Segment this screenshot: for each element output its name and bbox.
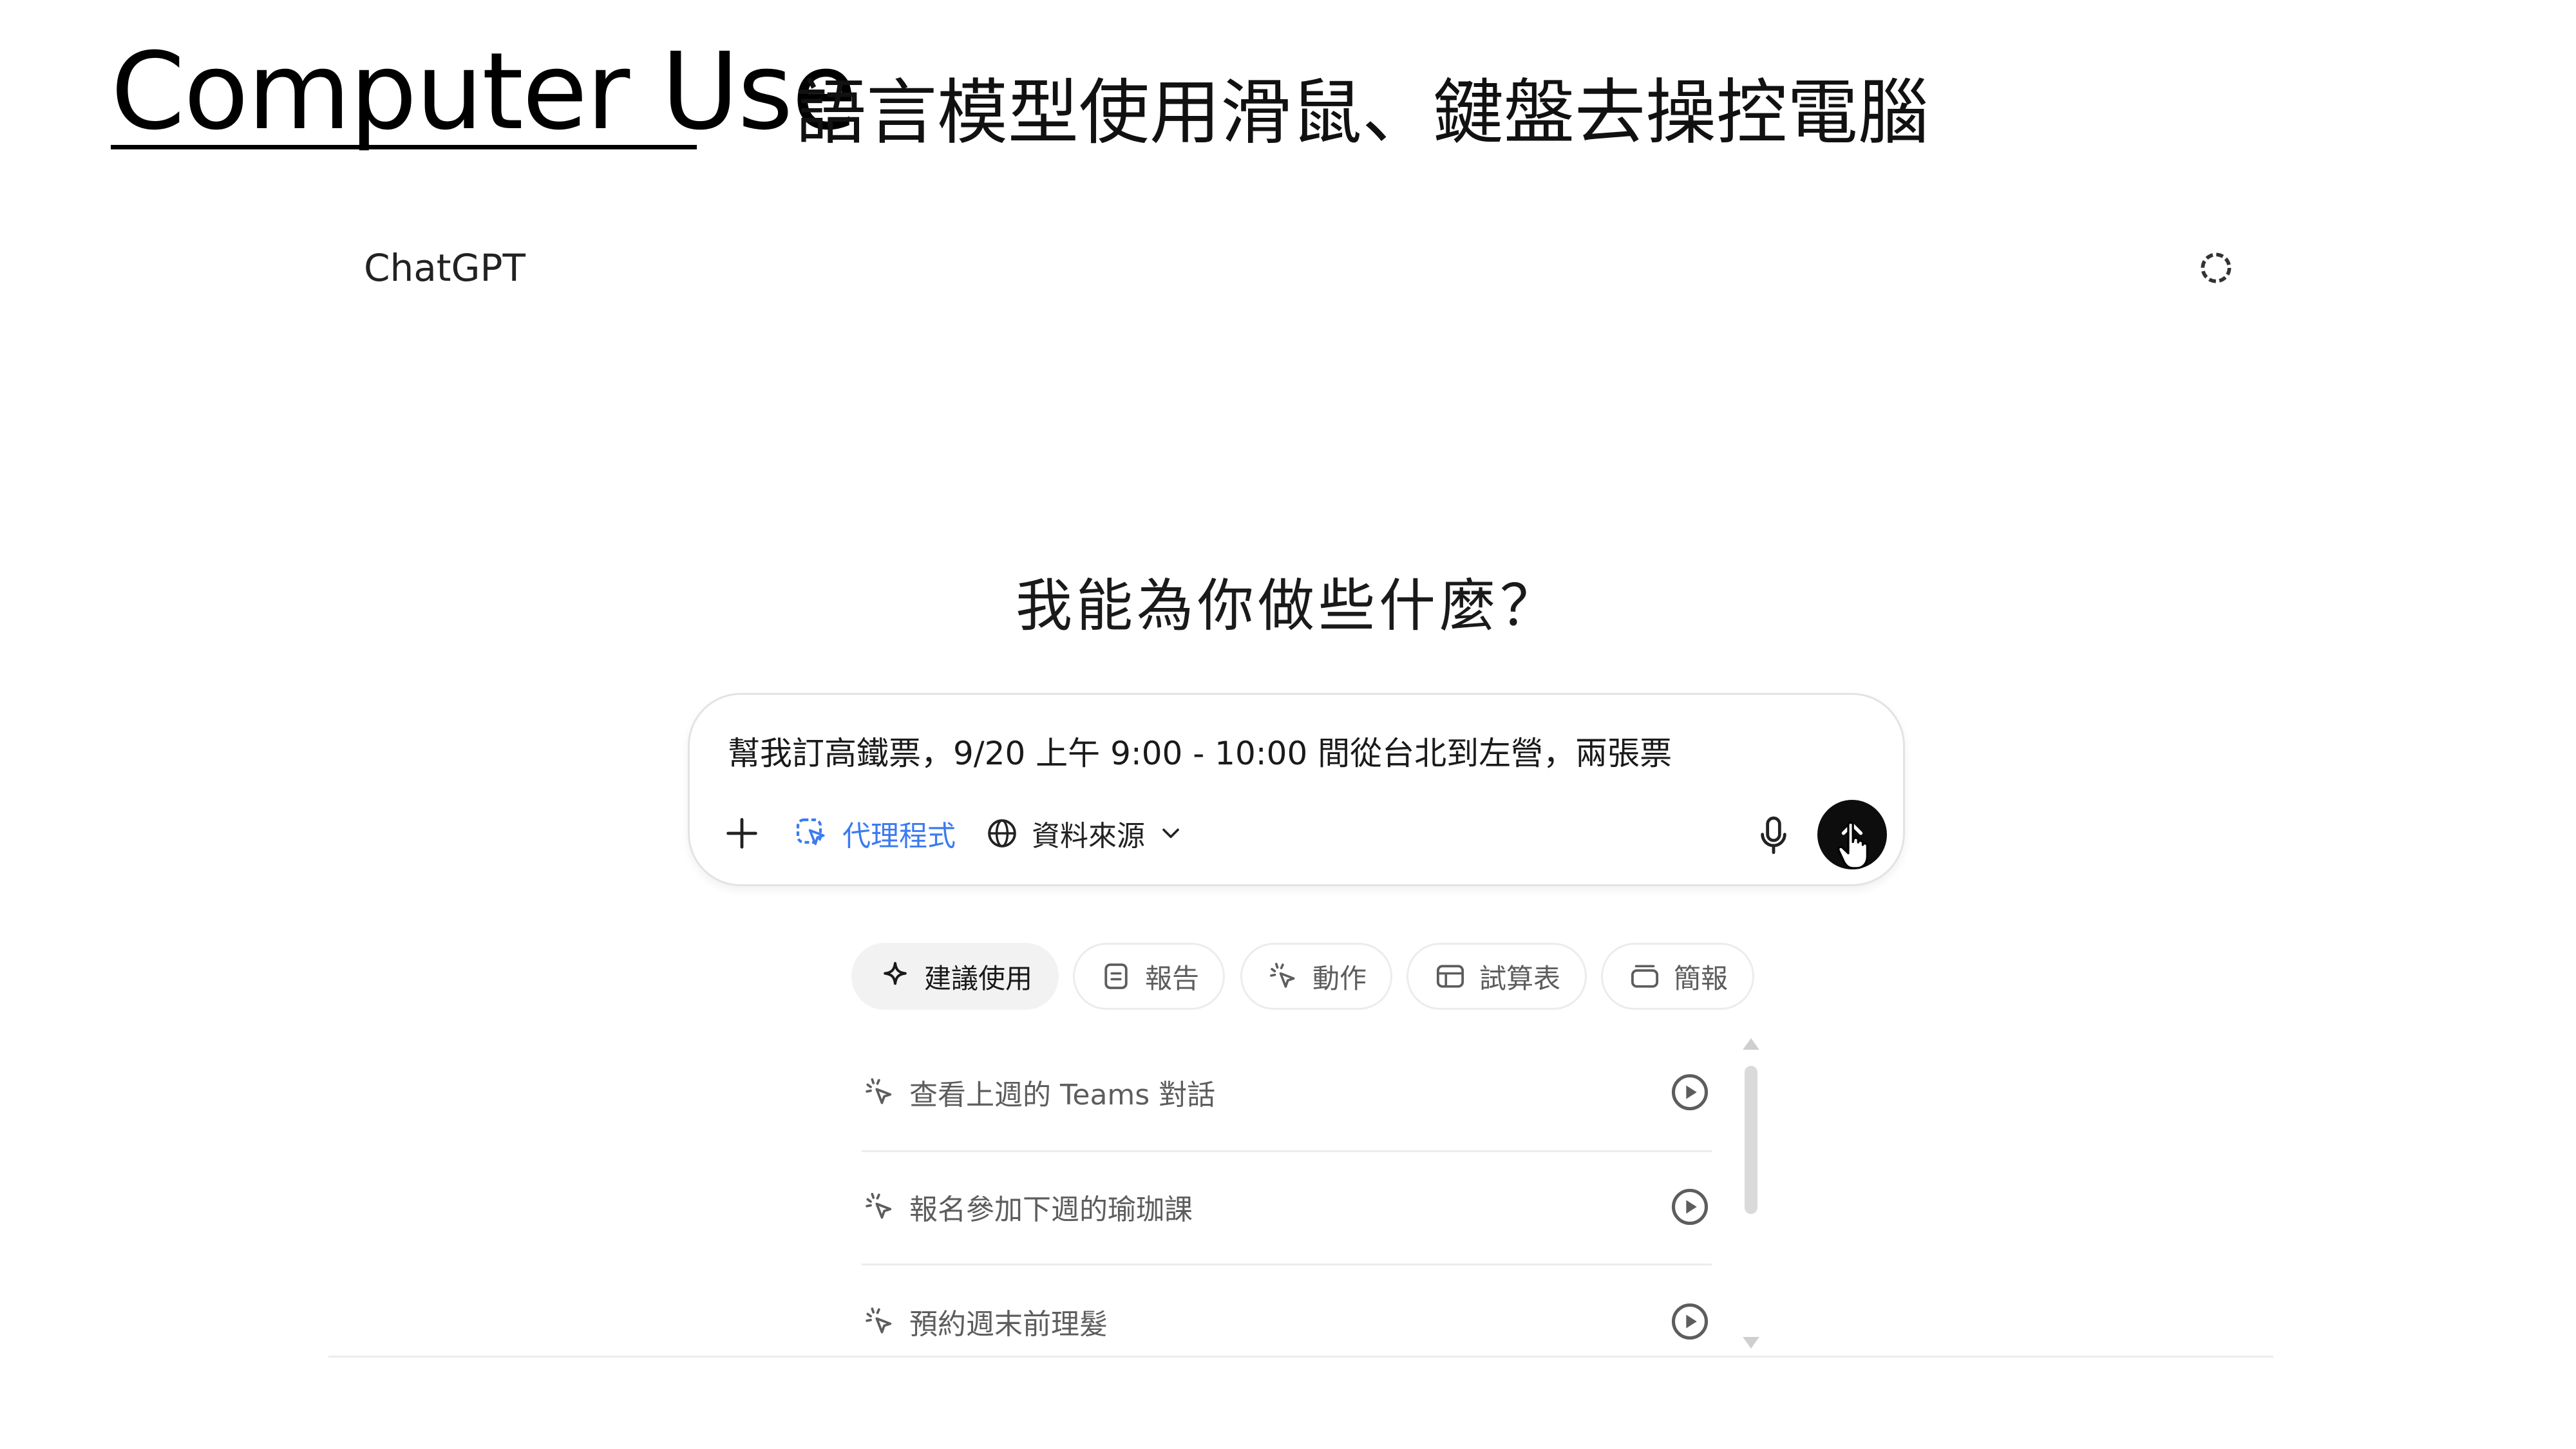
scroll-down-arrow-icon[interactable]	[1743, 1337, 1759, 1349]
divider	[862, 1150, 1712, 1152]
sparkle-icon	[884, 961, 907, 985]
suggestion-item[interactable]: 預約週末前理髮	[862, 1283, 1712, 1360]
play-icon[interactable]	[1668, 1070, 1712, 1114]
globe-icon	[988, 819, 1016, 848]
document-icon	[1104, 963, 1128, 989]
suggestion-item[interactable]: 報名參加下週的瑜珈課	[862, 1168, 1712, 1245]
bottom-divider	[328, 1356, 2273, 1358]
agent-tool-chip[interactable]: 代理程式	[793, 813, 956, 854]
agent-cursor-icon	[796, 818, 825, 846]
suggestion-label: 查看上週的 Teams 對話	[909, 1079, 1216, 1112]
category-suggested[interactable]: 建議使用	[851, 943, 1059, 1010]
app-name[interactable]: ChatGPT	[364, 246, 526, 290]
chevron-down-icon	[1162, 828, 1179, 838]
category-label: 簡報	[1673, 962, 1728, 994]
click-icon	[866, 1078, 892, 1104]
category-label: 動作	[1312, 962, 1367, 994]
table-icon	[1436, 965, 1464, 988]
category-label: 試算表	[1479, 962, 1560, 994]
category-label: 報告	[1144, 962, 1199, 994]
sources-label: 資料來源	[1032, 820, 1145, 853]
suggestion-item[interactable]: 查看上週的 Teams 對話	[862, 1054, 1712, 1131]
category-actions[interactable]: 動作	[1240, 943, 1392, 1010]
click-icon	[1270, 963, 1295, 988]
scroll-up-arrow-icon[interactable]	[1743, 1038, 1759, 1050]
suggestion-label: 報名參加下週的瑜珈課	[909, 1193, 1193, 1226]
sources-dropdown[interactable]: 資料來源	[984, 813, 1185, 854]
category-slides[interactable]: 簡報	[1601, 943, 1754, 1010]
prompt-input[interactable]: 幫我訂高鐵票，9/20 上午 9:00 - 10:00 間從台北到左營，兩張票	[728, 728, 1672, 774]
play-icon[interactable]	[1668, 1185, 1712, 1229]
scrollbar-thumb[interactable]	[1745, 1066, 1757, 1214]
agent-tool-label: 代理程式	[842, 820, 956, 853]
slides-icon	[1631, 965, 1659, 988]
suggestion-label: 預約週末前理髮	[909, 1308, 1108, 1341]
click-icon	[866, 1307, 892, 1334]
click-icon	[866, 1193, 892, 1219]
hand-pointer-cursor-icon	[1837, 821, 1869, 869]
slide-title-underline	[111, 145, 697, 149]
slide-title: Computer Use	[111, 30, 857, 153]
slide-subtitle: 語言模型使用滑鼠、鍵盤去操控電腦	[795, 71, 1929, 154]
page-headline: 我能為你做些什麼？	[1015, 573, 1560, 639]
category-label: 建議使用	[923, 962, 1032, 994]
plus-icon[interactable]	[721, 813, 762, 854]
dashed-circle-icon[interactable]	[2196, 248, 2236, 288]
category-spreadsheet[interactable]: 試算表	[1406, 943, 1587, 1010]
play-icon[interactable]	[1668, 1300, 1712, 1343]
category-report[interactable]: 報告	[1073, 943, 1225, 1010]
divider	[862, 1264, 1712, 1265]
composer-box[interactable]	[688, 693, 1905, 886]
microphone-icon[interactable]	[1753, 813, 1794, 858]
